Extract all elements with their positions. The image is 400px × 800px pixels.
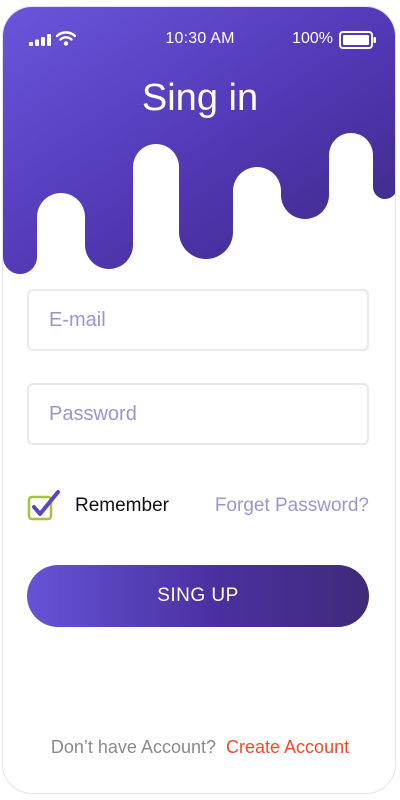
remember-label: Remember xyxy=(75,495,169,516)
password-input[interactable] xyxy=(27,383,369,445)
email-input[interactable] xyxy=(27,289,369,351)
battery-icon xyxy=(339,31,376,49)
no-account-text: Don’t have Account? xyxy=(50,737,217,757)
status-time: 10:30 AM xyxy=(165,30,235,47)
phone-frame: 10:30 AM 100% Sing in Remember Forget Pa… xyxy=(2,6,396,794)
create-account-link[interactable]: Create Account xyxy=(226,737,349,757)
page-title: Sing in xyxy=(141,77,259,119)
submit-button[interactable]: SING UP xyxy=(27,565,369,627)
battery-percent: 100% xyxy=(292,30,333,47)
forgot-password-link[interactable]: Forget Password? xyxy=(215,495,369,517)
remember-checkbox[interactable] xyxy=(27,489,61,523)
footer: Don’t have Account? Create Account xyxy=(3,737,395,758)
remember-row: Remember Forget Password? xyxy=(27,489,369,525)
status-bar: 10:30 AM 100% xyxy=(3,7,395,65)
